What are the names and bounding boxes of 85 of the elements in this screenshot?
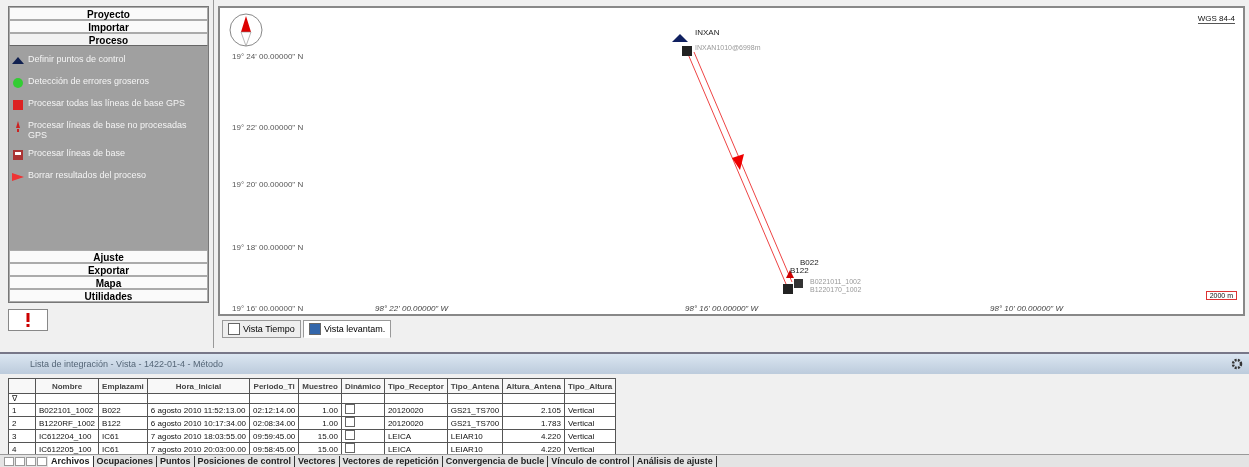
latitude-label: 19° 20' 00.00000" N [232,180,304,189]
latitude-label: 19° 22' 00.00000" N [232,123,304,132]
table-cell: 2.105 [502,403,565,417]
sheet-tab[interactable]: Ocupaciones [93,455,158,467]
table-cell: 15.00 [298,429,342,443]
column-header[interactable]: Emplazami [98,378,148,394]
table-cell: 4.220 [502,429,565,443]
table-cell: 09:59:45.00 [249,429,299,443]
table-cell: 1.783 [502,416,565,430]
table-cell: 6 agosto 2010 10:17:34.00 [147,416,250,430]
sheet-tab[interactable]: Análisis de ajuste [633,455,717,467]
menu-section-button[interactable]: Utilidades [9,289,208,302]
menu-section-button[interactable]: Proceso [9,33,208,46]
point-label: B122 [790,266,809,275]
row-number: 2 [8,416,36,430]
table-cell: 6 agosto 2010 11:52:13.00 [147,403,250,417]
menu-section-button[interactable]: Ajuste [9,250,208,263]
sheet-tab[interactable]: Vectores de repetición [339,455,443,467]
table-cell: Vertical [564,429,616,443]
datum-label: WGS 84-4 [1197,14,1235,24]
filter-cell[interactable]: ∇ [8,393,36,404]
menu-section-button[interactable]: Exportar [9,263,208,276]
sheet-tab[interactable]: Archivos [48,455,94,467]
table-cell: 20120020 [384,416,448,430]
table-cell: 20120020 [384,403,448,417]
table-cell: GS21_TS700 [447,403,503,417]
sheet-tab[interactable]: Puntos [157,455,195,467]
table-cell: IC612204_100 [35,429,99,443]
view-tab[interactable]: Vista levantam. [302,320,392,338]
menu-section-button[interactable]: Importar [9,20,208,33]
table-cell: 02:08:34.00 [249,416,299,430]
row-number: 3 [8,429,36,443]
table-cell: Vertical [564,416,616,430]
sheet-tab[interactable]: Posiciones de control [194,455,296,467]
warning-tab[interactable] [8,309,48,331]
table-cell: B022101_1002 [35,403,99,417]
menu-section-button[interactable]: Mapa [9,276,208,289]
column-header[interactable]: Hora_Inicial [147,378,250,394]
row-number: 1 [8,403,36,417]
table-cell: GS21_TS700 [447,416,503,430]
dot-icon [11,76,25,90]
latitude-label: 19° 24' 00.00000" N [232,52,304,61]
menu-section-button[interactable]: Proyecto [9,7,208,20]
column-header[interactable]: Nombre [35,378,99,394]
table-cell: 7 agosto 2010 18:03:55.00 [147,429,250,443]
latitude-label: 19° 16' 00.00000" N [232,304,304,313]
table-cell: B122 [98,416,148,430]
point-label: INXAN [695,28,720,37]
point-label: B022 [800,258,819,267]
table-cell: B022 [98,403,148,417]
column-header[interactable]: Tipo_Receptor [384,378,448,394]
column-header[interactable]: Tipo_Altura [564,378,616,394]
sheet-tab[interactable]: Vínculo de control [548,455,634,467]
table-cell: LEICA [384,429,448,443]
checkbox[interactable] [344,404,355,414]
checkbox[interactable] [344,443,355,453]
longitude-label: 98° 16' 00.00000" W [685,304,758,313]
column-header[interactable]: Dinámico [341,378,385,394]
column-header[interactable]: Altura_Antena [502,378,565,394]
exclamation-icon [25,313,31,327]
table-cell: 1.00 [298,416,342,430]
view-tab[interactable]: Vista Tiempo [222,320,301,338]
document-icon [11,148,25,162]
column-header[interactable]: Periodo_Ti [249,378,299,394]
station-icon [672,34,692,56]
table-cell: IC61 [98,429,148,443]
column-header[interactable]: Muestreo [298,378,342,394]
longitude-label: 98° 22' 00.00000" W [375,304,448,313]
sheet-tab[interactable]: Convergencia de bucle [442,455,549,467]
panel-title: Lista de integración - Vista - 1422-01-4 - Método [30,359,223,369]
table-cell: B1220RF_1002 [35,416,99,430]
settings-icon[interactable] [1231,358,1243,370]
longitude-label: 98° 10' 00.00000" W [990,304,1063,313]
table-cell: 1.00 [298,403,342,417]
table-cell: Vertical [564,403,616,417]
table-cell: LEIAR10 [447,429,503,443]
flag-icon [11,170,25,184]
sheet-tab[interactable]: Vectores [295,455,340,467]
column-header[interactable]: Tipo_Antena [447,378,503,394]
checkbox[interactable] [344,417,355,427]
latitude-label: 19° 18' 00.00000" N [232,243,304,252]
checkbox[interactable] [344,430,355,440]
square-icon [11,98,25,112]
compass-icon [228,12,264,50]
table-cell: 02:12:14.00 [249,403,299,417]
